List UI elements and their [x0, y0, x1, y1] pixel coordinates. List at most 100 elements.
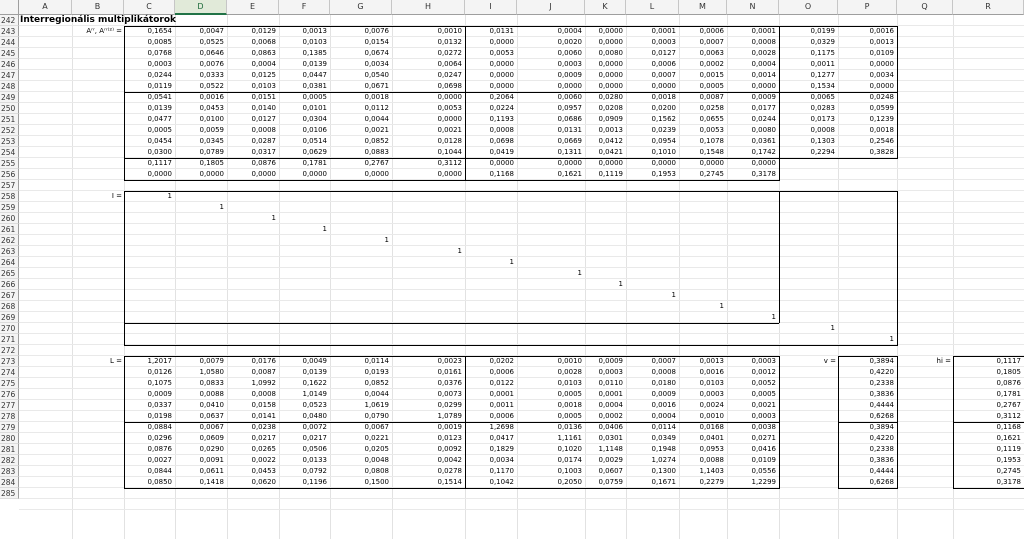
a-matrix-cell[interactable]: 0,0000	[465, 59, 517, 70]
leontief-cell[interactable]: 0,1622	[279, 378, 330, 389]
row-header-279[interactable]: 279	[0, 422, 19, 433]
identity-diagonal-cell[interactable]: 1	[838, 334, 897, 345]
a-matrix-cell[interactable]: 0,0000	[585, 81, 626, 92]
a-matrix-cell[interactable]: 0,0127	[227, 114, 279, 125]
hi-vector-cell[interactable]: 0,3112	[953, 411, 1024, 422]
leontief-cell[interactable]: 1,1161	[517, 433, 585, 444]
leontief-cell[interactable]: 0,0042	[392, 455, 465, 466]
a-matrix-cell[interactable]: 0,0005	[279, 92, 330, 103]
a-matrix-cell[interactable]: 0,0954	[626, 136, 679, 147]
a-matrix-cell[interactable]: 0,0131	[517, 125, 585, 136]
row-header-247[interactable]: 247	[0, 70, 19, 81]
a-matrix-cell[interactable]: 0,0199	[779, 26, 838, 37]
identity-diagonal-cell[interactable]: 1	[679, 301, 727, 312]
v-vector-cell[interactable]: 0,3894	[838, 422, 897, 433]
leontief-cell[interactable]: 0,0556	[727, 466, 779, 477]
a-matrix-cell[interactable]: 0,0087	[679, 92, 727, 103]
leontief-cell[interactable]: 0,1196	[279, 477, 330, 488]
a-matrix-cell[interactable]: 0,0059	[175, 125, 227, 136]
leontief-cell[interactable]: 0,0008	[626, 367, 679, 378]
leontief-cell[interactable]: 0,2050	[517, 477, 585, 488]
a-matrix-cell[interactable]: 0,0000	[679, 158, 727, 169]
leontief-cell[interactable]: 0,0010	[679, 411, 727, 422]
leontief-cell[interactable]: 0,0034	[465, 455, 517, 466]
a-matrix-cell[interactable]: 0,0006	[679, 26, 727, 37]
v-vector-cell[interactable]: 0,2338	[838, 378, 897, 389]
leontief-cell[interactable]: 0,0003	[727, 356, 779, 367]
identity-diagonal-cell[interactable]: 1	[585, 279, 626, 290]
leontief-cell[interactable]: 1,2299	[727, 477, 779, 488]
a-matrix-cell[interactable]: 0,1303	[779, 136, 838, 147]
leontief-cell[interactable]: 0,0637	[175, 411, 227, 422]
a-matrix-cell[interactable]: 0,0021	[392, 125, 465, 136]
leontief-cell[interactable]: 0,0139	[279, 367, 330, 378]
a-matrix-cell[interactable]: 0,0125	[227, 70, 279, 81]
row-header-252[interactable]: 252	[0, 125, 19, 136]
leontief-cell[interactable]: 0,0013	[679, 356, 727, 367]
leontief-cell[interactable]: 0,0844	[124, 466, 175, 477]
leontief-cell[interactable]: 0,0122	[465, 378, 517, 389]
leontief-cell[interactable]: 0,0001	[585, 389, 626, 400]
a-matrix-cell[interactable]: 0,0112	[330, 103, 392, 114]
a-matrix-cell[interactable]: 0,0064	[392, 59, 465, 70]
leontief-cell[interactable]: 0,0808	[330, 466, 392, 477]
a-matrix-cell[interactable]: 0,0014	[727, 70, 779, 81]
leontief-cell[interactable]: 1,0149	[279, 389, 330, 400]
row-header-270[interactable]: 270	[0, 323, 19, 334]
identity-diagonal-cell[interactable]: 1	[626, 290, 679, 301]
hi-vector-cell[interactable]: 0,1953	[953, 455, 1024, 466]
leontief-cell[interactable]: 0,0620	[227, 477, 279, 488]
leontief-cell[interactable]: 0,0079	[175, 356, 227, 367]
column-header-e[interactable]: E	[227, 0, 279, 15]
row-header-251[interactable]: 251	[0, 114, 19, 125]
row-header-243[interactable]: 243	[0, 26, 19, 37]
a-matrix-cell[interactable]: 0,0100	[175, 114, 227, 125]
leontief-cell[interactable]: 0,0110	[585, 378, 626, 389]
a-matrix-cell[interactable]: 0,0000	[465, 158, 517, 169]
leontief-cell[interactable]: 0,0007	[626, 356, 679, 367]
a-matrix-cell[interactable]: 0,0013	[585, 125, 626, 136]
leontief-cell[interactable]: 0,0044	[330, 389, 392, 400]
leontief-cell[interactable]: 0,0296	[124, 433, 175, 444]
leontief-cell[interactable]: 0,0114	[626, 422, 679, 433]
a-matrix-cell[interactable]: 0,0000	[517, 81, 585, 92]
leontief-cell[interactable]: 0,0506	[279, 444, 330, 455]
a-matrix-cell[interactable]: 0,0060	[517, 92, 585, 103]
leontief-cell[interactable]: 0,0011	[465, 400, 517, 411]
a-matrix-cell[interactable]: 0,0000	[585, 158, 626, 169]
row-header-281[interactable]: 281	[0, 444, 19, 455]
leontief-cell[interactable]: 0,1003	[517, 466, 585, 477]
a-matrix-cell[interactable]: 0,2745	[679, 169, 727, 180]
a-matrix-cell[interactable]: 0,1562	[626, 114, 679, 125]
leontief-cell[interactable]: 0,0016	[679, 367, 727, 378]
a-matrix-cell[interactable]: 0,1193	[465, 114, 517, 125]
leontief-cell[interactable]: 0,1418	[175, 477, 227, 488]
row-header-265[interactable]: 265	[0, 268, 19, 279]
a-matrix-cell[interactable]: 0,1044	[392, 147, 465, 158]
a-matrix-cell[interactable]: 0,0132	[392, 37, 465, 48]
a-matrix-cell[interactable]: 0,1117	[124, 158, 175, 169]
leontief-cell[interactable]: 0,0024	[679, 400, 727, 411]
leontief-cell[interactable]: 0,0136	[517, 422, 585, 433]
leontief-cell[interactable]: 0,0168	[679, 422, 727, 433]
a-matrix-cell[interactable]: 0,0109	[838, 48, 897, 59]
leontief-cell[interactable]: 0,0290	[175, 444, 227, 455]
leontief-cell[interactable]: 0,0126	[124, 367, 175, 378]
leontief-cell[interactable]: 0,1948	[626, 444, 679, 455]
a-matrix-cell[interactable]: 0,0247	[392, 70, 465, 81]
a-matrix-cell[interactable]: 0,0013	[279, 26, 330, 37]
leontief-cell[interactable]: 0,1170	[465, 466, 517, 477]
leontief-cell[interactable]: 0,0790	[330, 411, 392, 422]
a-matrix-cell[interactable]: 0,0002	[679, 59, 727, 70]
leontief-cell[interactable]: 0,0884	[124, 422, 175, 433]
identity-diagonal-cell[interactable]: 1	[727, 312, 779, 323]
column-header-h[interactable]: H	[392, 0, 465, 15]
row-header-260[interactable]: 260	[0, 213, 19, 224]
a-matrix-cell[interactable]: 0,0000	[392, 92, 465, 103]
a-matrix-cell[interactable]: 0,0139	[124, 103, 175, 114]
row-header-284[interactable]: 284	[0, 477, 19, 488]
leontief-cell[interactable]: 0,0005	[517, 389, 585, 400]
leontief-cell[interactable]: 1,0619	[330, 400, 392, 411]
v-vector-cell[interactable]: 0,4220	[838, 433, 897, 444]
a-matrix-cell[interactable]: 0,1385	[279, 48, 330, 59]
